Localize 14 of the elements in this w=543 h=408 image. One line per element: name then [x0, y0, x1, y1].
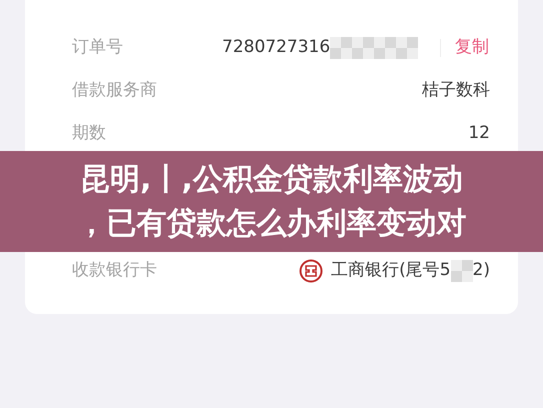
mosaic-blur — [450, 260, 473, 282]
bank-name: 工商银行(尾号5 — [331, 258, 451, 282]
banner-title: ，已有贷款怎么办利率变动对 — [76, 204, 466, 242]
field-value: 桔子数科 — [422, 78, 490, 102]
bank-name-end: 2) — [472, 258, 490, 282]
field-label: 借款服务商 — [72, 78, 157, 102]
copy-button[interactable]: 复制 — [455, 34, 490, 60]
field-label: 期数 — [72, 122, 106, 145]
field-value: 12 — [468, 122, 490, 145]
order-number: 7280727316 — [222, 36, 330, 59]
field-label: 收款银行卡 — [72, 258, 157, 282]
field-label: 订单号 — [72, 36, 123, 59]
banner-title: 昆明,丨,公积金贷款利率波动 — [80, 160, 463, 198]
bank-logo-icon — [299, 258, 324, 282]
